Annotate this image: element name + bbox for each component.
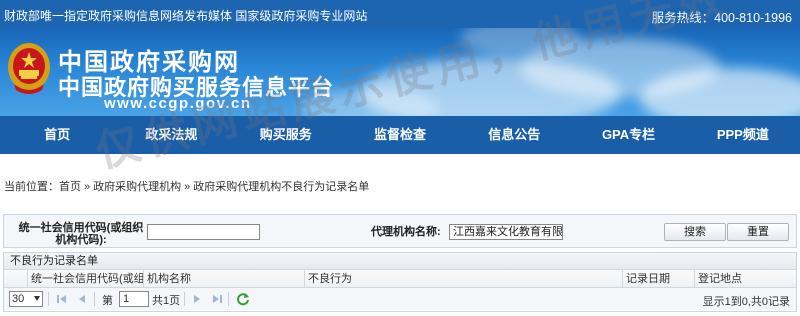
hotline-number: 400-810-1996	[714, 11, 792, 25]
credit-code-label: 统一社会信用代码(或组织机构代码):	[18, 222, 144, 246]
row-number-header	[4, 270, 28, 288]
grid-title: 不良行为记录名单	[4, 253, 796, 270]
breadcrumb-home[interactable]: 首页	[59, 181, 81, 193]
column-header-registration-place[interactable]: 登记地点	[695, 270, 796, 288]
breadcrumb-separator: »	[184, 181, 191, 193]
chevron-down-icon	[34, 296, 40, 301]
credit-code-input[interactable]	[147, 224, 260, 240]
service-hotline: 服务热线：400-810-1996	[652, 7, 792, 26]
agency-name-input[interactable]: 江西嘉来文化教育有限公司	[449, 224, 563, 240]
page-prefix: 第	[102, 295, 113, 307]
breadcrumb: 当前位置：首页» 政府采购代理机构» 政府采购代理机构不良行为记录名单	[4, 178, 369, 194]
column-header-agency-name[interactable]: 机构名称	[144, 270, 305, 288]
pager-divider	[184, 292, 185, 306]
top-info-bar: 财政部唯一指定政府采购信息网络发布媒体 国家级政府采购专业网站 服务热线：400…	[0, 0, 800, 28]
first-page-icon[interactable]	[56, 293, 68, 305]
search-button[interactable]: 搜索	[664, 223, 726, 241]
nav-item-announcements[interactable]: 信息公告	[457, 116, 571, 154]
hotline-label: 服务热线：	[651, 11, 715, 25]
page-total: 共1页	[152, 295, 181, 307]
pager-divider	[228, 292, 229, 306]
nav-item-regulations[interactable]: 政采法规	[114, 116, 228, 154]
page-size-select[interactable]: 30	[9, 291, 43, 307]
nav-item-supervision[interactable]: 监督检查	[343, 116, 457, 154]
breadcrumb-separator: »	[84, 181, 91, 193]
refresh-icon[interactable]	[236, 292, 250, 306]
prev-page-icon[interactable]	[76, 293, 88, 305]
grid-header-row: 统一社会信用代码(或组织机构代码) 机构名称 不良行为 记录日期 登记地点	[4, 270, 796, 288]
site-banner: 中国政府采购网 中国政府购买服务信息平台 www.ccgp.gov.cn	[0, 28, 800, 116]
page-number-input[interactable]: 1	[119, 291, 149, 307]
nav-item-ppp[interactable]: PPP频道	[686, 116, 800, 154]
nav-item-purchase-services[interactable]: 购买服务	[229, 116, 343, 154]
nav-item-home[interactable]: 首页	[0, 116, 114, 154]
pager-divider	[94, 292, 95, 306]
main-nav: 首页 政采法规 购买服务 监督检查 信息公告 GPA专栏 PPP频道	[0, 116, 800, 154]
national-emblem-logo[interactable]	[6, 40, 52, 98]
breadcrumb-agencies[interactable]: 政府采购代理机构	[93, 181, 181, 193]
column-header-misconduct[interactable]: 不良行为	[305, 270, 623, 288]
reset-button[interactable]: 重置	[727, 223, 789, 241]
nav-item-gpa[interactable]: GPA专栏	[571, 116, 685, 154]
site-slogan: 财政部唯一指定政府采购信息网络发布媒体 国家级政府采购专业网站	[4, 9, 368, 23]
page-size-value: 30	[12, 293, 25, 305]
pager-divider	[48, 292, 49, 306]
last-page-icon[interactable]	[211, 293, 223, 305]
next-page-icon[interactable]	[191, 293, 203, 305]
search-panel: 统一社会信用代码(或组织机构代码): 代理机构名称: 江西嘉来文化教育有限公司 …	[3, 214, 797, 248]
breadcrumb-label: 当前位置：	[4, 181, 59, 193]
records-grid: 不良行为记录名单 统一社会信用代码(或组织机构代码) 机构名称 不良行为 记录日…	[3, 252, 797, 312]
column-header-credit-code[interactable]: 统一社会信用代码(或组织机构代码)	[28, 270, 144, 288]
breadcrumb-current: 政府采购代理机构不良行为记录名单	[193, 181, 370, 193]
pagination-status: 显示1到0,共0记录	[702, 296, 790, 308]
pagination-bar: 30 第 1 共1页 显示1到0,共0记录	[4, 288, 796, 310]
column-header-record-date[interactable]: 记录日期	[623, 270, 695, 288]
agency-name-label: 代理机构名称:	[371, 226, 441, 238]
site-url: www.ccgp.gov.cn	[104, 95, 252, 112]
